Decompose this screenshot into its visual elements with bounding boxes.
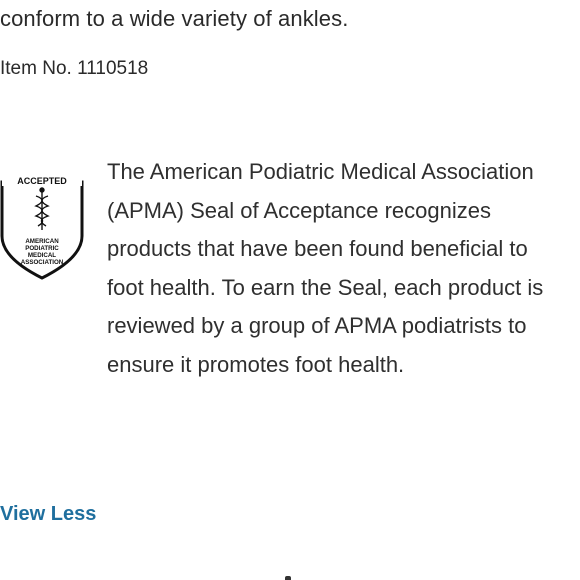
seal-line-4: ASSOCIATION [21,259,64,266]
apma-statement: The American Podiatric Medical Associati… [107,159,544,377]
seal-accepted-text: ACCEPTED [17,176,67,186]
item-number: Item No. 1110518 [0,58,149,79]
seal-line-3: MEDICAL [28,252,56,259]
seal-line-1: AMERICAN [25,238,59,245]
apma-seal-logo: ACCEPTED AMERICAN PODIATRIC MEDICAL ASSO… [0,170,84,282]
view-less-link[interactable]: View Less [0,503,96,526]
seal-line-2: PODIATRIC [25,245,59,252]
partial-element-edge [285,576,291,580]
product-description-tail: conform to a wide variety of ankles. [0,6,349,31]
